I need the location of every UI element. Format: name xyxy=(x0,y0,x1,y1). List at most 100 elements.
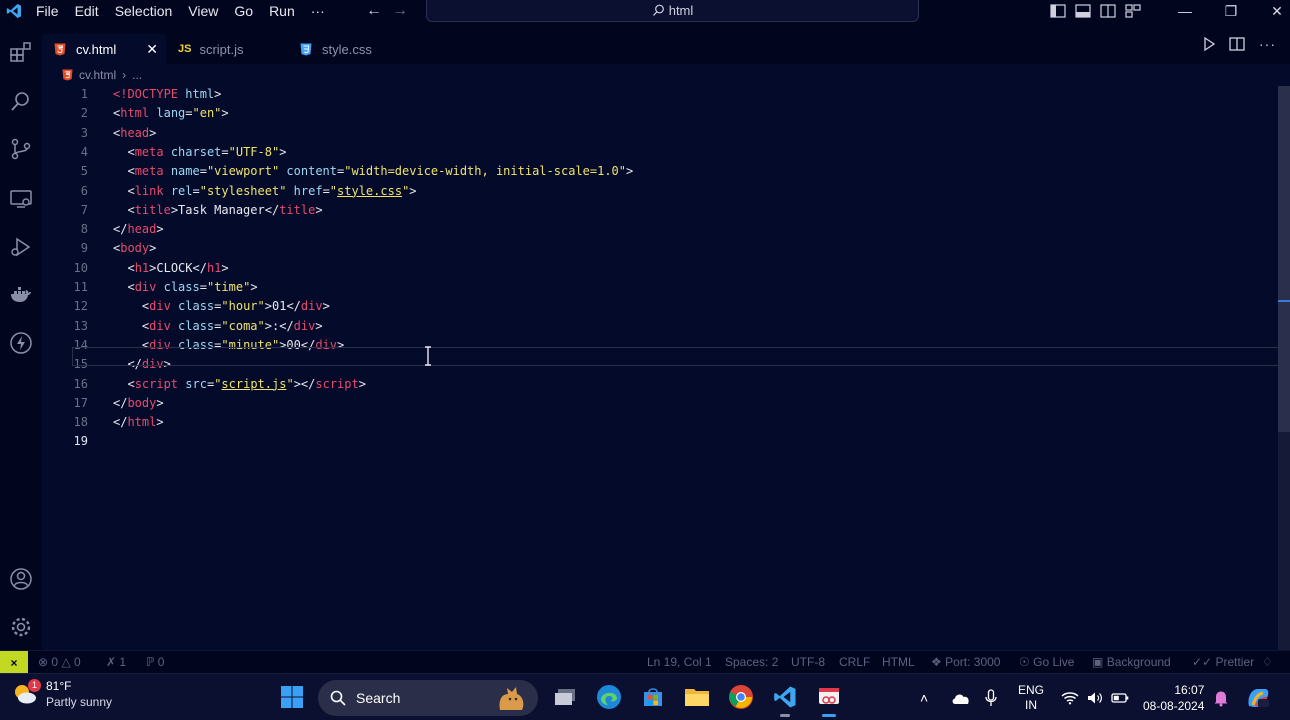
text-cursor-icon xyxy=(425,346,431,366)
remote-indicator-icon[interactable]: × xyxy=(0,651,28,674)
code-line[interactable]: 9 <body> xyxy=(42,239,1278,258)
code-token: ></ xyxy=(293,376,316,391)
file-explorer-icon[interactable] xyxy=(682,682,712,712)
tab-style-css[interactable]: style.css xyxy=(288,34,408,64)
windows-start-icon[interactable] xyxy=(277,682,307,712)
close-window-icon[interactable]: ✕ xyxy=(1254,3,1290,20)
code-line[interactable]: 2 <html lang="en"> xyxy=(42,104,1278,123)
more-actions-icon[interactable]: ··· xyxy=(1259,36,1276,52)
code-line[interactable]: 4 <meta charset="UTF-8"> xyxy=(42,143,1278,162)
problems-status[interactable]: ⊗ 0 △ 0 xyxy=(38,651,81,674)
partly-sunny-icon: 1 xyxy=(12,679,41,707)
code-line[interactable]: 8 </head> xyxy=(42,220,1278,239)
code-token: > xyxy=(221,260,229,275)
menu-edit[interactable]: Edit xyxy=(67,0,107,22)
menu-view[interactable]: View xyxy=(180,0,226,22)
code-token: </ xyxy=(113,395,128,410)
input-language[interactable]: ENG IN xyxy=(1018,674,1044,720)
code-token: DOCTYPE xyxy=(127,87,179,101)
code-line[interactable]: 7 <title>Task Manager</title> xyxy=(42,201,1278,220)
scrollbar-thumb[interactable] xyxy=(1278,86,1290,432)
close-tab-icon[interactable]: ✕ xyxy=(146,41,158,58)
microphone-icon[interactable] xyxy=(985,674,997,720)
customize-layout-icon[interactable] xyxy=(1125,4,1141,18)
breadcrumb-file[interactable]: cv.html xyxy=(79,68,116,82)
clock-date: 08-08-2024 xyxy=(1143,698,1205,713)
back-arrow-icon[interactable]: ← xyxy=(366,2,382,20)
copilot-icon[interactable] xyxy=(1245,674,1271,720)
code-line[interactable]: 5 <meta name="viewport" content="width=d… xyxy=(42,162,1278,181)
onedrive-icon[interactable] xyxy=(951,674,971,720)
thunder-client-icon[interactable] xyxy=(7,329,35,357)
edge-browser-icon[interactable] xyxy=(594,682,624,712)
vscode-taskbar-icon[interactable] xyxy=(770,682,800,717)
editor-tab-bar: cv.html ✕ JS script.js style.css ··· xyxy=(42,22,1290,64)
port-status[interactable]: ❖ Port: 3000 xyxy=(931,651,1000,674)
remote-explorer-icon[interactable] xyxy=(7,185,35,213)
menu-file[interactable]: File xyxy=(28,0,67,22)
docker-icon[interactable] xyxy=(7,281,35,309)
code-token: > xyxy=(315,202,323,217)
snipping-tool-icon[interactable] xyxy=(814,682,844,717)
prettier-status[interactable]: ✓✓ Prettier xyxy=(1192,651,1254,674)
chrome-browser-icon[interactable] xyxy=(726,682,756,712)
weather-widget[interactable]: 1 81°F Partly sunny xyxy=(12,678,112,710)
notification-bell-icon[interactable] xyxy=(1213,674,1229,720)
forward-arrow-icon[interactable]: → xyxy=(392,2,408,20)
menu-go[interactable]: Go xyxy=(226,0,261,22)
run-play-icon[interactable] xyxy=(1203,37,1215,51)
menu-bar: File Edit Selection View Go Run ··· xyxy=(28,0,333,22)
code-line[interactable]: 1 <!DOCTYPE html> xyxy=(42,85,1278,104)
indentation-status[interactable]: Spaces: 2 xyxy=(725,651,778,674)
toggle-panel-icon[interactable] xyxy=(1075,4,1091,18)
breadcrumb-more[interactable]: ... xyxy=(132,68,142,82)
chevron-up-icon: ˄ xyxy=(920,689,929,706)
code-line[interactable]: 10 <h1>CLOCK</h1> xyxy=(42,259,1278,278)
menu-run[interactable]: Run xyxy=(261,0,303,22)
restore-icon[interactable]: ❐ xyxy=(1208,3,1254,20)
code-line[interactable]: 17 </body> xyxy=(42,394,1278,413)
quick-settings[interactable] xyxy=(1061,674,1129,720)
ports-status[interactable]: ✗ 1 xyxy=(106,651,126,674)
settings-gear-icon[interactable] xyxy=(7,613,35,641)
menu-more[interactable]: ··· xyxy=(303,0,333,22)
code-line[interactable]: 16 <script src="script.js"></script> xyxy=(42,375,1278,394)
command-center-search[interactable]: html xyxy=(426,0,919,22)
tab-cv-html[interactable]: cv.html ✕ xyxy=(42,34,166,64)
code-line[interactable]: 3 <head> xyxy=(42,124,1278,143)
run-debug-icon[interactable] xyxy=(7,233,35,261)
split-editor-icon[interactable] xyxy=(1229,37,1245,51)
language-mode[interactable]: HTML xyxy=(882,651,915,674)
accounts-icon[interactable] xyxy=(7,565,35,593)
port-forward-icon: ✗ xyxy=(106,655,117,669)
notifications-bell-icon[interactable]: ♢ xyxy=(1262,651,1273,674)
eol-status[interactable]: CRLF xyxy=(839,651,870,674)
broadcast-status[interactable]: ℙ 0 xyxy=(146,651,164,674)
code-line[interactable]: 6 <link rel="stylesheet" href="style.css… xyxy=(42,182,1278,201)
taskbar-search[interactable]: Search xyxy=(318,680,538,716)
menu-selection[interactable]: Selection xyxy=(107,0,181,22)
status-bar: × ⊗ 0 △ 0 ✗ 1 ℙ 0 Ln 19, Col 1 Spaces: 2… xyxy=(0,650,1290,674)
background-status[interactable]: ▣ Background xyxy=(1092,651,1171,674)
active-app-indicator xyxy=(822,714,836,717)
go-live-button[interactable]: ☉ Go Live xyxy=(1019,651,1074,674)
code-line[interactable]: 13 <div class="coma">:</div> xyxy=(42,317,1278,336)
code-editor[interactable]: 1 <!DOCTYPE html> 2 <html lang="en"> 3 <head>… xyxy=(42,85,1278,650)
task-view-icon[interactable] xyxy=(550,682,580,712)
code-line[interactable]: 18 </html> xyxy=(42,413,1278,432)
code-line[interactable]: 12 <div class="hour">01</div> xyxy=(42,297,1278,316)
clock[interactable]: 16:07 08-08-2024 xyxy=(1143,674,1204,720)
tab-script-js[interactable]: JS script.js xyxy=(166,34,288,64)
minimize-icon[interactable]: — xyxy=(1162,3,1208,19)
encoding-status[interactable]: UTF-8 xyxy=(791,651,825,674)
cursor-position[interactable]: Ln 19, Col 1 xyxy=(647,651,712,674)
toggle-secondary-sidebar-icon[interactable] xyxy=(1100,4,1116,18)
extensions-icon[interactable] xyxy=(7,39,35,67)
show-hidden-icons[interactable]: ˄ xyxy=(920,674,928,720)
microsoft-store-icon[interactable] xyxy=(638,682,668,712)
search-sidebar-icon[interactable] xyxy=(7,87,35,115)
code-line[interactable]: 11 <div class="time"> xyxy=(42,278,1278,297)
toggle-primary-sidebar-icon[interactable] xyxy=(1050,4,1066,18)
source-control-icon[interactable] xyxy=(7,135,35,163)
code-line[interactable]: 19 xyxy=(42,432,1278,451)
